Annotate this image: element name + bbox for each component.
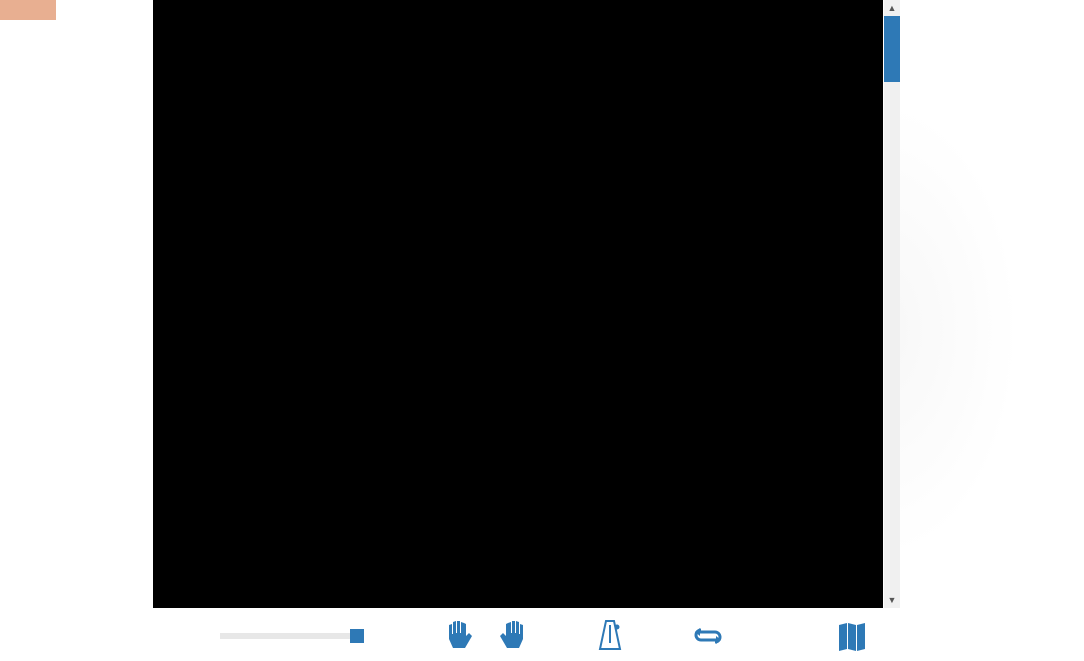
sheet-view[interactable]: [153, 0, 883, 608]
sheet-scrollbar[interactable]: ▲ ▼: [884, 0, 900, 608]
panel-icon: [837, 621, 867, 651]
accordion-fan-bg: [900, 0, 1084, 661]
tempo-slider[interactable]: [220, 633, 360, 639]
loop-button[interactable]: [690, 618, 726, 654]
menu-button[interactable]: [0, 0, 56, 20]
panel-toggle-button[interactable]: [834, 618, 870, 654]
scroll-up-icon[interactable]: ▲: [884, 0, 900, 16]
accordion-panel: [900, 0, 1084, 661]
sheet-canvas: [153, 0, 883, 608]
hand-left-icon: [446, 620, 474, 652]
piano-keyboard: [0, 0, 140, 651]
toolbar: [140, 611, 884, 661]
metronome-button[interactable]: [592, 618, 628, 654]
metronome-icon: [595, 619, 625, 653]
left-hand-button[interactable]: [442, 618, 478, 654]
loop-icon: [691, 624, 725, 648]
tempo-slider-thumb[interactable]: [350, 629, 364, 643]
scroll-down-icon[interactable]: ▼: [884, 592, 900, 608]
right-hand-button[interactable]: [494, 618, 530, 654]
scroll-thumb[interactable]: [884, 16, 900, 82]
hand-right-icon: [498, 620, 526, 652]
